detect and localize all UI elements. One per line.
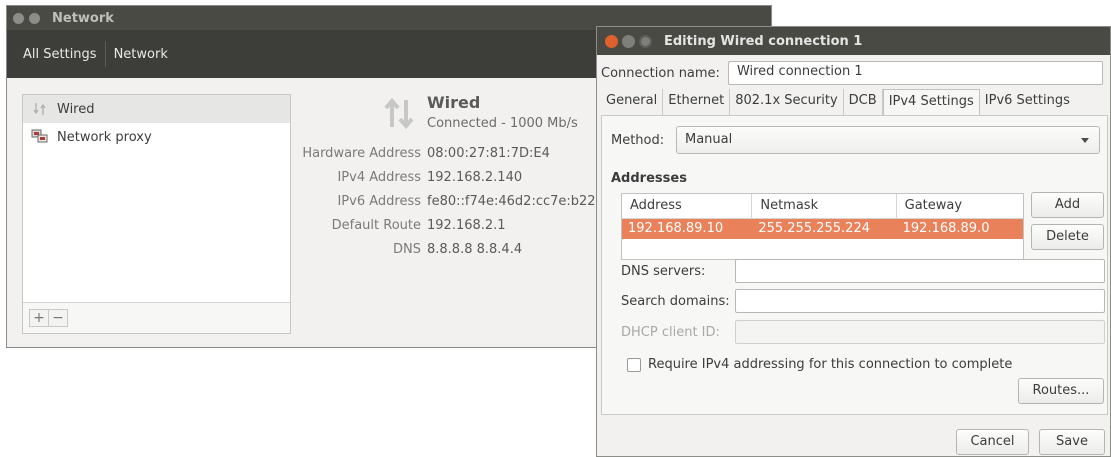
edit-connection-dialog: Editing Wired connection 1 Connection na…: [596, 26, 1111, 457]
save-button[interactable]: Save: [1039, 429, 1105, 455]
device-list: Wired Network proxy + −: [22, 94, 291, 334]
dialog-title: Editing Wired connection 1: [664, 33, 863, 49]
dns-servers-input[interactable]: [735, 259, 1105, 283]
require-ipv4-label[interactable]: Require IPv4 addressing for this connect…: [648, 357, 1012, 372]
breadcrumb-network[interactable]: Network: [106, 47, 176, 62]
wired-connection-arrows-icon: [381, 93, 417, 133]
tab-ethernet[interactable]: Ethernet: [663, 89, 731, 115]
chevron-down-icon: [1081, 138, 1089, 143]
tab-8021x-security[interactable]: 802.1x Security: [730, 89, 844, 115]
column-header-gateway[interactable]: Gateway: [897, 194, 1023, 218]
field-label: Hardware Address: [302, 146, 421, 161]
ipv4-address-row: IPv4 Address 192.168.2.140: [297, 170, 522, 185]
add-connection-button[interactable]: +: [29, 309, 49, 327]
tab-general[interactable]: General: [601, 89, 664, 115]
close-window-icon[interactable]: [13, 12, 24, 24]
add-address-button[interactable]: Add: [1031, 192, 1104, 218]
device-label: Network proxy: [57, 129, 152, 145]
connection-title: Wired: [427, 93, 481, 112]
cell-netmask[interactable]: 255.255.255.224: [752, 219, 896, 239]
minimize-window-icon[interactable]: [29, 12, 40, 24]
field-value: 08:00:27:81:7D:E4: [427, 146, 550, 161]
device-item-wired[interactable]: Wired: [23, 95, 290, 123]
hardware-address-row: Hardware Address 08:00:27:81:7D:E4: [297, 146, 550, 161]
remove-connection-button[interactable]: −: [48, 309, 68, 327]
field-label: DNS: [393, 242, 421, 257]
minimize-icon[interactable]: [622, 34, 635, 48]
method-select[interactable]: Manual: [676, 126, 1100, 154]
field-label: IPv6 Address: [337, 194, 421, 209]
table-header: Address Netmask Gateway: [622, 194, 1023, 219]
dhcp-client-id-input: [735, 320, 1105, 344]
cancel-button[interactable]: Cancel: [956, 429, 1029, 455]
dialog-titlebar: Editing Wired connection 1: [597, 27, 1110, 55]
field-label: Default Route: [331, 218, 421, 233]
field-label: IPv4 Address: [337, 170, 421, 185]
connection-status: Connected - 1000 Mb/s: [427, 116, 578, 131]
search-domains-label: Search domains:: [621, 294, 730, 309]
connection-name-label: Connection name:: [601, 65, 720, 81]
close-icon[interactable]: [605, 34, 618, 48]
tab-ipv6-settings[interactable]: IPv6 Settings: [980, 89, 1075, 115]
window-title: Network: [52, 10, 114, 26]
field-value: fe80::f74e:46d2:cc7e:b225: [427, 194, 604, 209]
field-value: 192.168.2.1: [427, 218, 506, 233]
tab-dcb[interactable]: DCB: [844, 89, 883, 115]
dns-servers-label: DNS servers:: [621, 264, 706, 279]
maximize-icon[interactable]: [639, 34, 652, 48]
table-row[interactable]: 192.168.89.10 255.255.255.224 192.168.89…: [622, 219, 1023, 239]
tab-ipv4-settings[interactable]: IPv4 Settings: [882, 89, 980, 116]
cell-gateway[interactable]: 192.168.89.0: [897, 219, 1023, 239]
ipv4-settings-page: Method: Manual Addresses Address Netmask…: [601, 115, 1108, 415]
cell-address[interactable]: 192.168.89.10: [622, 219, 752, 239]
require-ipv4-checkbox[interactable]: [627, 358, 641, 372]
default-route-row: Default Route 192.168.2.1: [297, 218, 506, 233]
dhcp-client-id-label: DHCP client ID:: [621, 325, 720, 340]
field-value: 8.8.8.8 8.8.4.4: [427, 242, 523, 257]
addresses-heading: Addresses: [611, 171, 687, 186]
device-item-network-proxy[interactable]: Network proxy: [23, 123, 290, 151]
connection-name-input[interactable]: Wired connection 1: [727, 61, 1103, 85]
dns-row: DNS 8.8.8.8 8.8.4.4: [297, 242, 522, 257]
routes-button[interactable]: Routes...: [1018, 378, 1104, 404]
method-label: Method:: [611, 133, 665, 148]
network-proxy-icon: [31, 129, 49, 145]
field-value: 192.168.2.140: [427, 170, 523, 185]
column-header-address[interactable]: Address: [622, 194, 753, 218]
settings-tabs: General Ethernet 802.1x Security DCB IPv…: [601, 89, 1075, 116]
column-header-netmask[interactable]: Netmask: [752, 194, 897, 218]
ipv6-address-row: IPv6 Address fe80::f74e:46d2:cc7e:b225: [297, 194, 604, 209]
connection-name-row: Connection name: Wired connection 1: [601, 61, 1103, 85]
device-list-toolbar: + −: [23, 302, 290, 333]
wired-network-icon: [31, 101, 49, 117]
device-label: Wired: [57, 101, 95, 117]
breadcrumb-all-settings[interactable]: All Settings: [7, 47, 105, 62]
connection-header: Wired Connected - 1000 Mb/s: [381, 93, 578, 133]
search-domains-input[interactable]: [735, 289, 1105, 313]
delete-address-button[interactable]: Delete: [1031, 224, 1104, 250]
addresses-table: Address Netmask Gateway 192.168.89.10 25…: [621, 193, 1024, 260]
method-value: Manual: [685, 132, 733, 147]
